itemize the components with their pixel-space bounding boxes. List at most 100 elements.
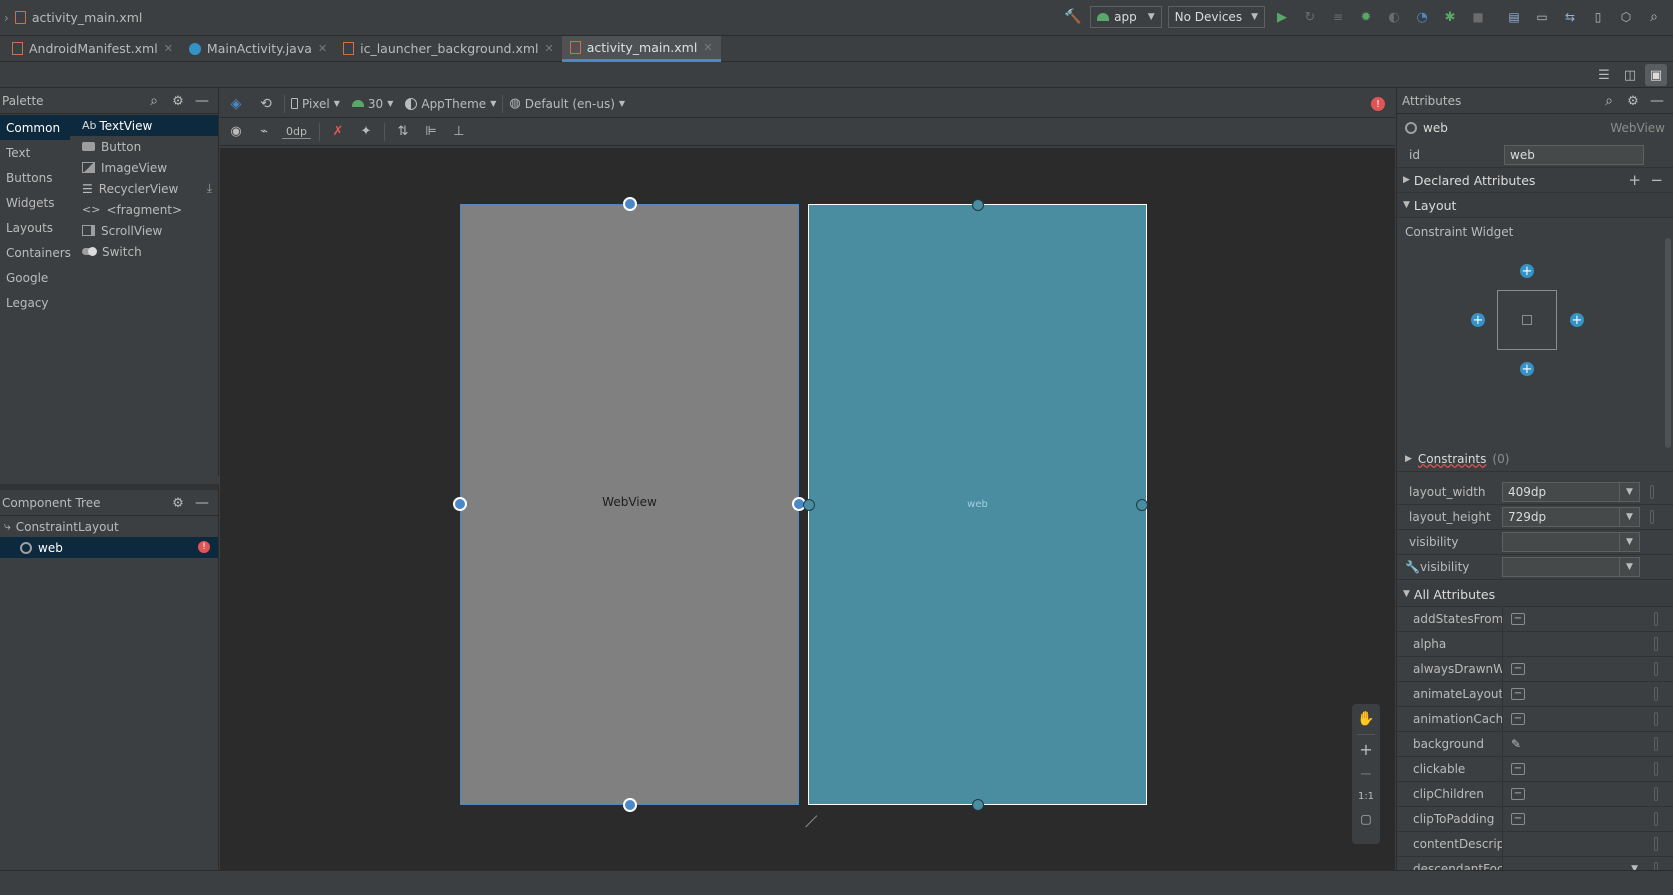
gear-icon[interactable]: ⚙ — [1623, 91, 1643, 111]
scrollbar[interactable] — [1665, 238, 1671, 448]
checkbox-indeterminate-icon[interactable]: − — [1511, 613, 1525, 625]
attr-value-cell[interactable]: ▼ — [1502, 857, 1652, 870]
search-icon[interactable]: ⌕ — [1599, 91, 1619, 111]
resource-pill[interactable] — [1654, 637, 1658, 651]
category-buttons[interactable]: Buttons — [0, 165, 70, 190]
sync-project-icon[interactable]: ▤ — [1503, 6, 1525, 28]
category-common[interactable]: Common — [0, 115, 70, 140]
close-icon[interactable]: ✕ — [318, 42, 327, 55]
left-constraint-handle[interactable] — [453, 497, 467, 511]
device-selector[interactable]: Pixel ▼ — [291, 97, 340, 111]
resize-handle[interactable] — [794, 804, 818, 828]
resource-pill[interactable] — [1654, 762, 1658, 776]
category-google[interactable]: Google — [0, 265, 70, 290]
autoconnect-off-icon[interactable]: ⌁ — [254, 122, 274, 142]
right-anchor[interactable] — [1136, 499, 1148, 511]
zoom-to-fit-icon[interactable]: ▢ — [1355, 809, 1377, 829]
checkbox-indeterminate-icon[interactable]: − — [1511, 788, 1525, 800]
orientation-icon[interactable]: ⟲ — [254, 93, 278, 115]
guidelines-icon[interactable]: ⊥ — [449, 122, 469, 142]
debug-icon[interactable]: ✹ — [1355, 6, 1377, 28]
add-right-constraint-icon[interactable]: + — [1570, 313, 1584, 328]
add-bottom-constraint-icon[interactable]: + — [1520, 362, 1534, 377]
checkbox-indeterminate-icon[interactable]: − — [1511, 663, 1525, 675]
resource-pill[interactable] — [1654, 862, 1658, 870]
add-top-constraint-icon[interactable]: + — [1520, 264, 1534, 279]
close-icon[interactable]: ✕ — [164, 42, 173, 55]
infer-constraints-icon[interactable]: ✦ — [356, 122, 376, 142]
add-left-constraint-icon[interactable]: + — [1471, 313, 1485, 328]
pan-hand-icon[interactable]: ✋ — [1355, 708, 1377, 730]
attr-value-cell[interactable]: − — [1502, 682, 1652, 706]
coverage-icon[interactable]: ◐ — [1383, 6, 1405, 28]
search-icon[interactable]: ⌕ — [1643, 6, 1665, 28]
zoom-out-icon[interactable]: − — [1355, 763, 1377, 783]
theme-selector[interactable]: AppTheme ▼ — [405, 97, 496, 111]
pack-icon[interactable]: ⇅ — [393, 122, 413, 142]
palette-item-fragment[interactable]: <> <fragment> — [70, 199, 218, 220]
align-icon[interactable]: ⊫ — [421, 122, 441, 142]
layout-height-select[interactable]: 729dp ▼ — [1502, 507, 1640, 527]
category-legacy[interactable]: Legacy — [0, 290, 70, 315]
section-constraints[interactable]: ▶ Constraints (0) — [1397, 446, 1673, 472]
color-picker-icon[interactable]: ✎ — [1511, 737, 1521, 751]
palette-item-textview[interactable]: Ab TextView — [70, 115, 218, 136]
bottom-anchor[interactable] — [972, 799, 984, 811]
attr-value-cell[interactable]: − — [1502, 807, 1652, 831]
device-manager-icon[interactable]: ▭ — [1531, 6, 1553, 28]
category-text[interactable]: Text — [0, 140, 70, 165]
visibility-select[interactable]: ▼ — [1502, 532, 1640, 552]
attr-value-cell[interactable]: − — [1502, 707, 1652, 731]
attr-value-cell[interactable]: − — [1502, 607, 1652, 631]
clear-constraints-icon[interactable]: ✗ — [328, 122, 348, 142]
apply-code-changes-icon[interactable]: ≡ — [1327, 6, 1349, 28]
download-icon[interactable]: ⤓ — [207, 181, 212, 196]
resource-pill[interactable] — [1654, 712, 1658, 726]
left-anchor[interactable] — [803, 499, 815, 511]
profile-icon[interactable]: ◔ — [1411, 6, 1433, 28]
resource-pill[interactable] — [1650, 510, 1654, 524]
run-config-select[interactable]: app ▼ — [1090, 6, 1162, 28]
tab-main-activity[interactable]: MainActivity.java ✕ — [181, 36, 335, 62]
gear-icon[interactable]: ⚙ — [168, 493, 188, 513]
section-declared-attributes[interactable]: ▶ Declared Attributes + − — [1397, 168, 1673, 193]
remove-icon[interactable]: − — [1650, 171, 1663, 189]
category-widgets[interactable]: Widgets — [0, 190, 70, 215]
resource-pill[interactable] — [1654, 662, 1658, 676]
tab-android-manifest[interactable]: AndroidManifest.xml ✕ — [4, 36, 181, 62]
category-layouts[interactable]: Layouts — [0, 215, 70, 240]
default-margin-input[interactable]: 0dp — [282, 125, 311, 139]
resource-pill[interactable] — [1650, 485, 1654, 499]
zoom-in-icon[interactable]: + — [1355, 739, 1377, 759]
tab-activity-main[interactable]: activity_main.xml ✕ — [561, 35, 721, 62]
checkbox-indeterminate-icon[interactable]: − — [1511, 688, 1525, 700]
eye-icon[interactable]: ◉ — [226, 122, 246, 142]
bottom-constraint-handle[interactable] — [623, 798, 637, 812]
palette-item-switch[interactable]: Switch — [70, 241, 218, 262]
close-icon[interactable]: ✕ — [703, 41, 712, 54]
section-layout[interactable]: ▼ Layout — [1397, 193, 1673, 218]
gear-icon[interactable]: ⚙ — [168, 91, 188, 111]
tree-node-web[interactable]: web ! — [0, 537, 218, 558]
split-view-icon[interactable]: ◫ — [1619, 64, 1641, 86]
resource-pill[interactable] — [1654, 837, 1658, 851]
gradle-sync-icon[interactable]: ⇆ — [1559, 6, 1581, 28]
top-constraint-handle[interactable] — [623, 197, 637, 211]
search-icon[interactable]: ⌕ — [144, 91, 164, 111]
tab-ic-launcher-background[interactable]: ic_launcher_background.xml ✕ — [335, 36, 562, 62]
run-icon[interactable]: ▶ — [1271, 6, 1293, 28]
minimize-icon[interactable]: — — [192, 493, 212, 513]
layout-width-select[interactable]: 409dp ▼ — [1502, 482, 1640, 502]
palette-item-imageview[interactable]: ImageView — [70, 157, 218, 178]
apply-changes-icon[interactable]: ↻ — [1299, 6, 1321, 28]
design-view-icon[interactable]: ▣ — [1645, 64, 1667, 86]
minimize-icon[interactable]: — — [192, 91, 212, 111]
error-icon[interactable]: ! — [1371, 97, 1385, 111]
resource-pill[interactable] — [1654, 612, 1658, 626]
api-level-selector[interactable]: 30 ▼ — [351, 97, 393, 111]
attr-value-cell[interactable]: ✎ — [1502, 732, 1652, 756]
section-all-attributes[interactable]: ▼ All Attributes — [1397, 582, 1673, 607]
attr-value-cell[interactable] — [1502, 632, 1652, 656]
error-icon[interactable]: ! — [198, 541, 210, 553]
close-icon[interactable]: ✕ — [545, 42, 554, 55]
